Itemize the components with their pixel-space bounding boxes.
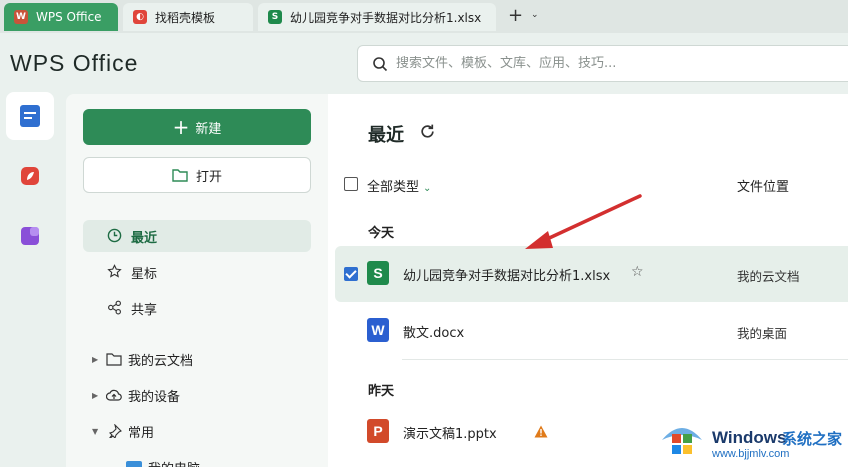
- watermark-url: www.bjjmlv.com: [712, 448, 790, 460]
- star-icon[interactable]: ☆: [631, 264, 644, 280]
- sidebar-item-label: 共享: [131, 302, 158, 318]
- folder-icon: [106, 353, 122, 366]
- docer-icon: ◐: [133, 10, 147, 24]
- tree-item-label: 我的电脑: [148, 458, 200, 467]
- tree-item-frequent[interactable]: ▼ 常用: [92, 419, 154, 443]
- select-all-checkbox[interactable]: [344, 177, 358, 191]
- tab-bar: W WPS Office ◐ 找稻壳模板 S 幼儿园竞争对手数据对比分析1.xl…: [0, 0, 848, 33]
- add-tab-button[interactable]: +: [508, 7, 523, 25]
- row-checkbox[interactable]: [344, 267, 358, 281]
- collapse-arrow-icon[interactable]: ▼: [92, 427, 106, 436]
- type-filter-label: 全部类型: [367, 180, 420, 195]
- file-location: 我的桌面: [737, 326, 788, 341]
- search-box[interactable]: [357, 45, 848, 82]
- search-input[interactable]: [396, 56, 796, 71]
- sidebar-item-label: 星标: [131, 266, 158, 282]
- tab-spreadsheet-file[interactable]: S 幼儿园竞争对手数据对比分析1.xlsx: [258, 3, 496, 31]
- sidebar-item-label: 最近: [131, 230, 158, 246]
- watermark-cn: 系统之家: [782, 430, 843, 448]
- warning-icon: [534, 425, 548, 438]
- tree-item-label: 我的云文档: [128, 353, 194, 369]
- new-button[interactable]: + 新建: [83, 109, 311, 145]
- row-divider: [402, 359, 848, 360]
- file-row[interactable]: W 散文.docx 我的桌面: [335, 303, 848, 359]
- tree-item-my-computer[interactable]: 我的电脑: [126, 455, 200, 467]
- file-name: 幼儿园竞争对手数据对比分析1.xlsx: [403, 269, 611, 284]
- share-icon: [108, 300, 121, 315]
- file-name: 演示文稿1.pptx: [403, 427, 497, 442]
- tree-item-label: 常用: [128, 425, 155, 441]
- windows-logo-icon: [662, 428, 702, 454]
- location-column-header: 文件位置: [737, 180, 790, 195]
- tab-label: 幼儿园竞争对手数据对比分析1.xlsx: [290, 10, 482, 25]
- tab-label: WPS Office: [36, 10, 102, 24]
- watermark-brand: Windows: [712, 428, 787, 447]
- sidebar-item-recent[interactable]: 最近: [83, 220, 311, 252]
- expand-arrow-icon[interactable]: ▶: [92, 355, 106, 364]
- page-title: 最近: [368, 125, 404, 146]
- watermark: Windows 系统之家 www.bjjmlv.com: [660, 418, 848, 466]
- refresh-icon[interactable]: [419, 123, 436, 140]
- tree-item-my-devices[interactable]: ▶ 我的设备: [92, 383, 180, 407]
- file-location: 我的云文档: [737, 269, 800, 284]
- apps-icon: [21, 227, 39, 245]
- chevron-down-icon: ⌄: [423, 183, 432, 194]
- wps-logo-icon: W: [14, 10, 28, 24]
- open-label: 打开: [195, 169, 222, 185]
- tree-item-cloud-docs[interactable]: ▶ 我的云文档: [92, 347, 193, 371]
- presentation-file-icon: P: [367, 419, 389, 443]
- tab-docer-templates[interactable]: ◐ 找稻壳模板: [123, 3, 253, 31]
- folder-open-icon: [172, 169, 188, 182]
- pin-icon: [108, 424, 122, 438]
- spreadsheet-icon: S: [268, 10, 282, 24]
- tab-label: 找稻壳模板: [155, 10, 216, 25]
- file-name: 散文.docx: [403, 326, 465, 341]
- group-header-yesterday: 昨天: [368, 384, 395, 399]
- file-row[interactable]: S 幼儿园竞争对手数据对比分析1.xlsx ☆ 我的云文档: [335, 246, 848, 302]
- rail-apps-button[interactable]: [6, 212, 54, 260]
- word-file-icon: W: [367, 318, 389, 342]
- plus-icon: +: [172, 115, 190, 139]
- spreadsheet-file-icon: S: [367, 261, 389, 285]
- open-button[interactable]: 打开: [83, 157, 311, 193]
- star-icon: [107, 264, 122, 278]
- clock-icon: [107, 228, 122, 243]
- tab-wps-office[interactable]: W WPS Office: [4, 3, 118, 31]
- docer-icon: [21, 167, 39, 185]
- computer-icon: [126, 461, 142, 467]
- chevron-down-icon[interactable]: ⌄: [531, 10, 539, 20]
- sidebar-item-shared[interactable]: 共享: [83, 292, 311, 324]
- search-icon: [373, 56, 388, 71]
- document-icon: [20, 105, 40, 127]
- new-label: 新建: [195, 121, 222, 137]
- tree-item-label: 我的设备: [128, 389, 181, 405]
- expand-arrow-icon[interactable]: ▶: [92, 391, 106, 400]
- sidebar-item-starred[interactable]: 星标: [83, 256, 311, 288]
- type-filter-dropdown[interactable]: 全部类型 ⌄: [367, 176, 431, 195]
- rail-docer-button[interactable]: [6, 152, 54, 200]
- app-logo: WPS Office: [10, 50, 139, 76]
- rail-documents-button[interactable]: [6, 92, 54, 140]
- cloud-upload-icon: [106, 389, 122, 401]
- group-header-today: 今天: [368, 226, 395, 241]
